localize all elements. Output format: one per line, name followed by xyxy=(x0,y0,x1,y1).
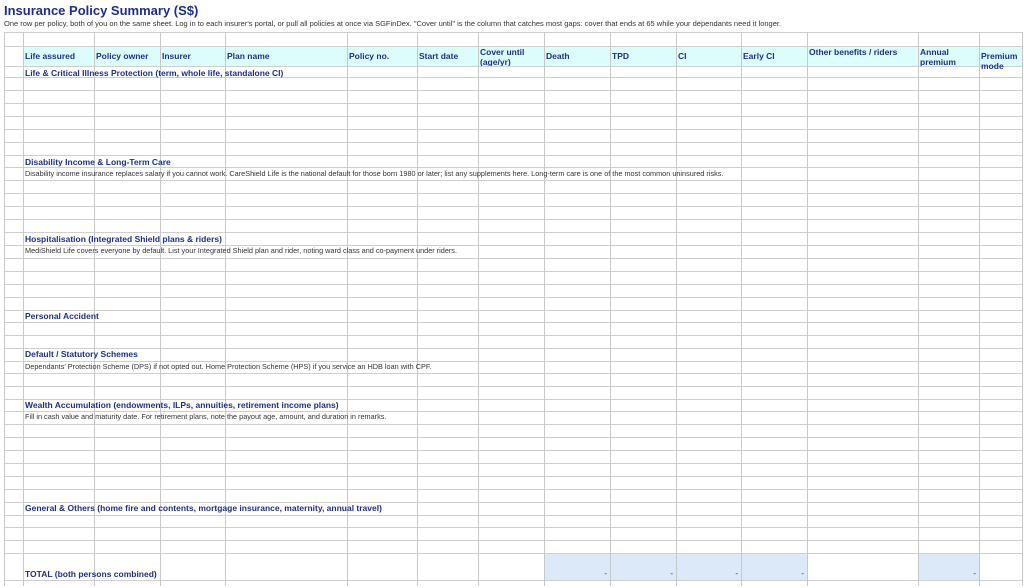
total-ci-value: - xyxy=(735,569,738,578)
total-annual-premium-value: - xyxy=(973,569,976,578)
grid-line xyxy=(4,463,1022,464)
grid-line xyxy=(4,271,1022,272)
grid-line xyxy=(4,116,1022,117)
section-note: Disability income insurance replaces sal… xyxy=(25,169,724,178)
grid-line xyxy=(4,373,1022,374)
column-header: CI xyxy=(678,51,687,61)
grid-line xyxy=(4,386,1022,387)
grid-line xyxy=(478,32,479,586)
grid-line xyxy=(4,527,1022,528)
grid-line xyxy=(4,90,1022,91)
column-header: Death xyxy=(546,51,570,61)
grid-line xyxy=(4,142,1022,143)
grid-line xyxy=(4,32,1022,33)
grid-line xyxy=(4,180,1022,181)
grid-line xyxy=(4,258,1022,259)
grid-line xyxy=(4,32,5,586)
column-header: Other benefits / riders xyxy=(809,47,898,57)
grid-line xyxy=(4,335,1022,336)
grid-line xyxy=(4,297,1022,298)
grid-line xyxy=(4,284,1022,285)
grid-line xyxy=(4,540,1022,541)
grid-line xyxy=(4,310,1022,311)
grid-line xyxy=(4,348,1022,349)
column-header: Policy no. xyxy=(349,51,390,61)
total-death-value: - xyxy=(604,569,607,578)
grid-line xyxy=(417,32,418,586)
grid-line xyxy=(544,32,545,586)
total-tpd-value: - xyxy=(670,569,673,578)
section-header: Wealth Accumulation (endowments, ILPs, a… xyxy=(25,400,339,410)
grid-line xyxy=(918,32,919,586)
section-header: General & Others (home fire and contents… xyxy=(25,503,382,513)
grid-line xyxy=(4,167,1022,168)
column-header: Start date xyxy=(419,51,459,61)
grid-line xyxy=(741,32,742,586)
sheet-subtitle: One row per policy, both of you on the s… xyxy=(4,19,782,28)
section-note: Fill in cash value and maturity date. Fo… xyxy=(25,412,387,421)
section-note: Dependants' Protection Scheme (DPS) if n… xyxy=(25,362,432,371)
grid-line xyxy=(4,129,1022,130)
grid-line xyxy=(4,155,1022,156)
section-header: Disability Income & Long-Term Care xyxy=(25,157,171,167)
column-header: Premium mode xyxy=(981,51,1018,70)
grid-line xyxy=(4,193,1022,194)
grid-line xyxy=(4,206,1022,207)
grid-line xyxy=(4,515,1022,516)
grid-line xyxy=(4,424,1022,425)
column-header: Cover until (age/yr) xyxy=(480,47,525,66)
column-header: Annual premium xyxy=(920,47,956,66)
total-early-ci-value: - xyxy=(801,569,804,578)
grid-line xyxy=(4,580,1022,581)
section-header: Hospitalisation (Integrated Shield plans… xyxy=(25,234,222,244)
grid-line xyxy=(4,103,1022,104)
grid-line xyxy=(4,437,1022,438)
section-header: Life & Critical Illness Protection (term… xyxy=(25,68,284,78)
spreadsheet: Insurance Policy Summary (S$) One row pe… xyxy=(0,0,1024,588)
section-note: MediShield Life covers everyone by defau… xyxy=(25,246,457,255)
grid-line xyxy=(4,553,1022,554)
grid-line xyxy=(23,32,24,586)
grid-line xyxy=(4,450,1022,451)
column-header: Early CI xyxy=(743,51,775,61)
column-header: TPD xyxy=(612,51,629,61)
grid-line xyxy=(979,32,980,586)
sheet-title: Insurance Policy Summary (S$) xyxy=(4,3,199,18)
grid-line xyxy=(807,32,808,586)
grid-line xyxy=(4,489,1022,490)
grid-line xyxy=(4,322,1022,323)
grid-line xyxy=(676,32,677,586)
grid-line xyxy=(4,219,1022,220)
grid-line xyxy=(1022,32,1023,586)
grid-line xyxy=(610,32,611,586)
grid-line xyxy=(4,232,1022,233)
grid-line xyxy=(4,476,1022,477)
section-header: Personal Accident xyxy=(25,311,99,321)
section-header: Default / Statutory Schemes xyxy=(25,349,138,359)
total-label: TOTAL (both persons combined) xyxy=(25,569,157,579)
